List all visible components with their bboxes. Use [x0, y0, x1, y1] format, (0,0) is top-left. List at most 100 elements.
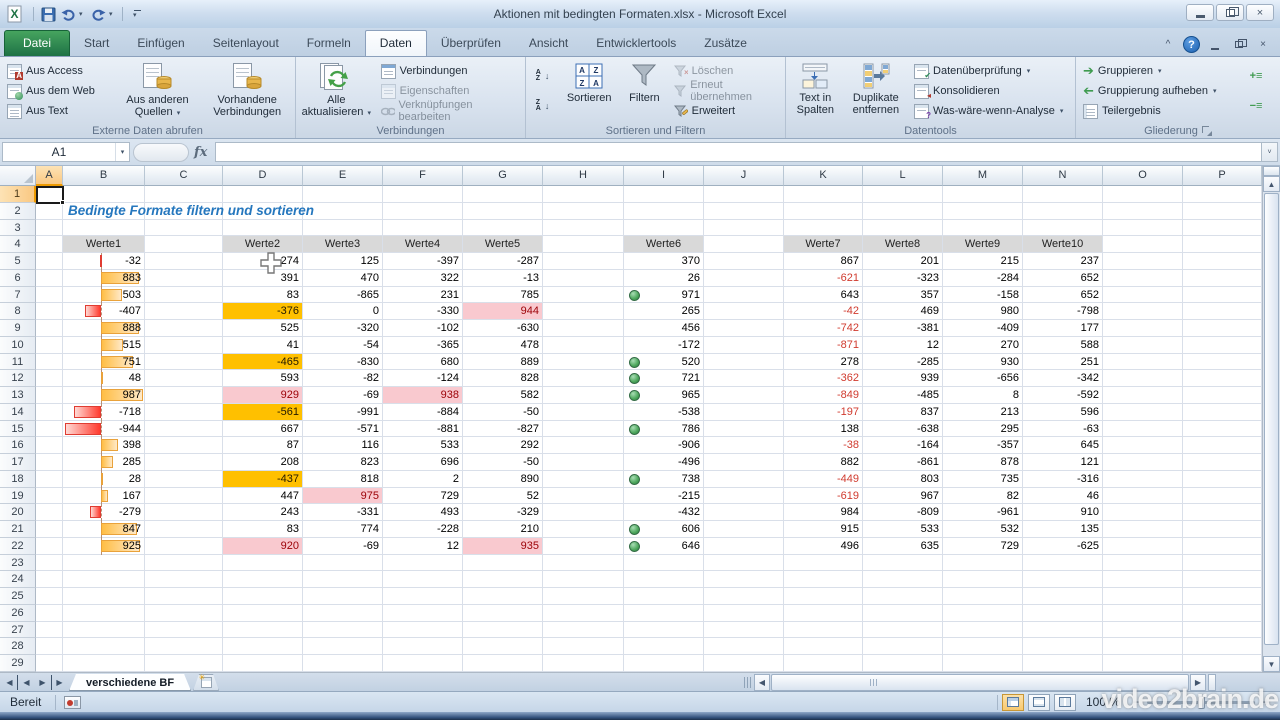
cell-A15[interactable]: [36, 420, 63, 438]
cell-E13[interactable]: -69: [303, 387, 383, 404]
cell-N21[interactable]: 135: [1023, 521, 1103, 538]
row-header-8[interactable]: 8: [0, 303, 36, 320]
cell-N14[interactable]: 596: [1023, 403, 1103, 421]
cell-C9[interactable]: [145, 320, 223, 337]
cell-O15[interactable]: [1103, 420, 1183, 438]
cell-O17[interactable]: [1103, 454, 1183, 471]
cell-K26[interactable]: [784, 604, 863, 622]
cell-G29[interactable]: [463, 655, 543, 672]
cell-K17[interactable]: 882: [784, 454, 863, 471]
tab-einfuegen[interactable]: Einfügen: [123, 31, 198, 56]
cell-F13[interactable]: 938: [383, 387, 463, 404]
cell-D15[interactable]: 667: [223, 420, 303, 438]
cell-A3[interactable]: [36, 219, 63, 237]
cell-M19[interactable]: 82: [943, 487, 1023, 505]
cell-M18[interactable]: 735: [943, 470, 1023, 488]
cell-A20[interactable]: [36, 504, 63, 521]
cell-C26[interactable]: [145, 604, 223, 622]
cell-P24[interactable]: [1183, 571, 1262, 588]
cell-N20[interactable]: 910: [1023, 504, 1103, 521]
cell-H1[interactable]: [543, 186, 624, 203]
cell-B8[interactable]: -407: [63, 303, 145, 320]
cell-A5[interactable]: [36, 253, 63, 270]
excel-app-icon[interactable]: X: [6, 5, 26, 23]
row-header-11[interactable]: 11: [0, 353, 36, 371]
cell-E11[interactable]: -830: [303, 353, 383, 371]
cell-L27[interactable]: [863, 621, 943, 639]
cell-N10[interactable]: 588: [1023, 336, 1103, 354]
cell-P10[interactable]: [1183, 336, 1262, 354]
cell-D12[interactable]: 593: [223, 370, 303, 387]
cell-N15[interactable]: -63: [1023, 420, 1103, 438]
cell-B4[interactable]: Werte1: [63, 236, 145, 253]
cell-N4[interactable]: Werte10: [1023, 236, 1103, 253]
row-header-23[interactable]: 23: [0, 554, 36, 572]
row-header-14[interactable]: 14: [0, 403, 36, 421]
cell-A19[interactable]: [36, 487, 63, 505]
customize-qat-button[interactable]: ▾: [128, 5, 146, 23]
cell-P16[interactable]: [1183, 437, 1262, 454]
row-header-24[interactable]: 24: [0, 571, 36, 588]
row-header-1[interactable]: 1: [0, 186, 36, 203]
cell-A14[interactable]: [36, 403, 63, 421]
previous-sheet-button[interactable]: ◀: [19, 675, 34, 690]
cell-I4[interactable]: Werte6: [624, 236, 704, 253]
cell-H12[interactable]: [543, 370, 624, 387]
cell-F15[interactable]: -881: [383, 420, 463, 438]
workbook-restore-button[interactable]: [1230, 38, 1248, 52]
cell-G14[interactable]: -50: [463, 403, 543, 421]
cell-G15[interactable]: -827: [463, 420, 543, 438]
tab-seitenlayout[interactable]: Seitenlayout: [199, 31, 293, 56]
vertical-scroll-thumb[interactable]: [1264, 193, 1279, 645]
cell-H16[interactable]: [543, 437, 624, 454]
sort-descending-button[interactable]: Z A ↓: [533, 97, 553, 115]
cell-L11[interactable]: -285: [863, 353, 943, 371]
cell-P13[interactable]: [1183, 387, 1262, 404]
cell-B20[interactable]: -279: [63, 504, 145, 521]
cell-K7[interactable]: 643: [784, 286, 863, 304]
cell-B14[interactable]: -718: [63, 403, 145, 421]
row-header-21[interactable]: 21: [0, 521, 36, 538]
row-header-15[interactable]: 15: [0, 420, 36, 438]
cell-B29[interactable]: [63, 655, 145, 672]
cell-D25[interactable]: [223, 588, 303, 605]
cell-E23[interactable]: [303, 554, 383, 572]
cell-D22[interactable]: 920: [223, 537, 303, 555]
cell-H29[interactable]: [543, 655, 624, 672]
row-header-26[interactable]: 26: [0, 604, 36, 622]
cell-N27[interactable]: [1023, 621, 1103, 639]
cell-E5[interactable]: 125: [303, 253, 383, 270]
cell-L4[interactable]: Werte8: [863, 236, 943, 253]
cell-I19[interactable]: -215: [624, 487, 704, 505]
cell-I16[interactable]: -906: [624, 437, 704, 454]
vertical-scrollbar[interactable]: ▲ ▼: [1262, 166, 1280, 672]
column-header-K[interactable]: K: [784, 166, 863, 186]
row-header-5[interactable]: 5: [0, 253, 36, 270]
cell-D8[interactable]: -376: [223, 303, 303, 320]
cell-N22[interactable]: -625: [1023, 537, 1103, 555]
cell-K4[interactable]: Werte7: [784, 236, 863, 253]
cell-J2[interactable]: [704, 202, 784, 220]
cell-E9[interactable]: -320: [303, 320, 383, 337]
cell-P1[interactable]: [1183, 186, 1262, 203]
cell-D4[interactable]: Werte2: [223, 236, 303, 253]
tab-start[interactable]: Start: [70, 31, 123, 56]
cell-C6[interactable]: [145, 269, 223, 287]
dialog-launcher[interactable]: [1201, 125, 1212, 136]
aus-text-button[interactable]: Aus Text: [4, 102, 112, 120]
cell-E26[interactable]: [303, 604, 383, 622]
cell-C17[interactable]: [145, 454, 223, 471]
cell-L21[interactable]: 533: [863, 521, 943, 538]
erweitert-button[interactable]: Erweitert: [671, 102, 781, 120]
cell-J13[interactable]: [704, 387, 784, 404]
cell-E25[interactable]: [303, 588, 383, 605]
cell-G4[interactable]: Werte5: [463, 236, 543, 253]
cell-B7[interactable]: 503: [63, 286, 145, 304]
cell-F24[interactable]: [383, 571, 463, 588]
cell-O4[interactable]: [1103, 236, 1183, 253]
column-header-M[interactable]: M: [943, 166, 1023, 186]
cell-L2[interactable]: [863, 202, 943, 220]
row-header-17[interactable]: 17: [0, 454, 36, 471]
cell-J27[interactable]: [704, 621, 784, 639]
cell-N1[interactable]: [1023, 186, 1103, 203]
